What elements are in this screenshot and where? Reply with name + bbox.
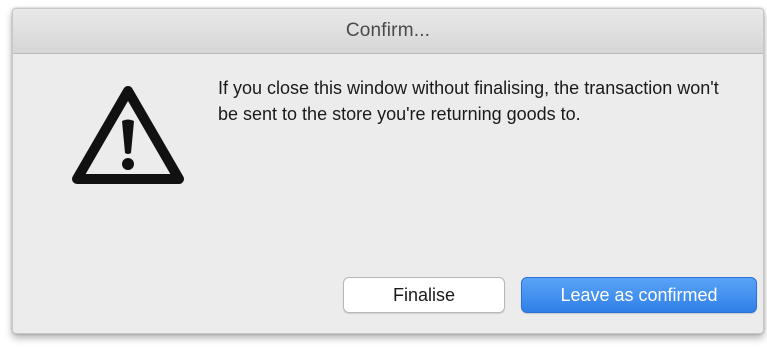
warning-icon [72,86,184,184]
dialog-title: Confirm... [345,20,431,41]
leave-as-confirmed-button[interactable]: Leave as confirmed [521,277,757,313]
dialog-titlebar[interactable]: Confirm... [13,9,763,54]
dialog-message: If you close this window without finalis… [218,78,719,124]
confirm-dialog: Confirm... If you close this window with… [12,8,764,334]
finalise-button[interactable]: Finalise [343,277,505,313]
